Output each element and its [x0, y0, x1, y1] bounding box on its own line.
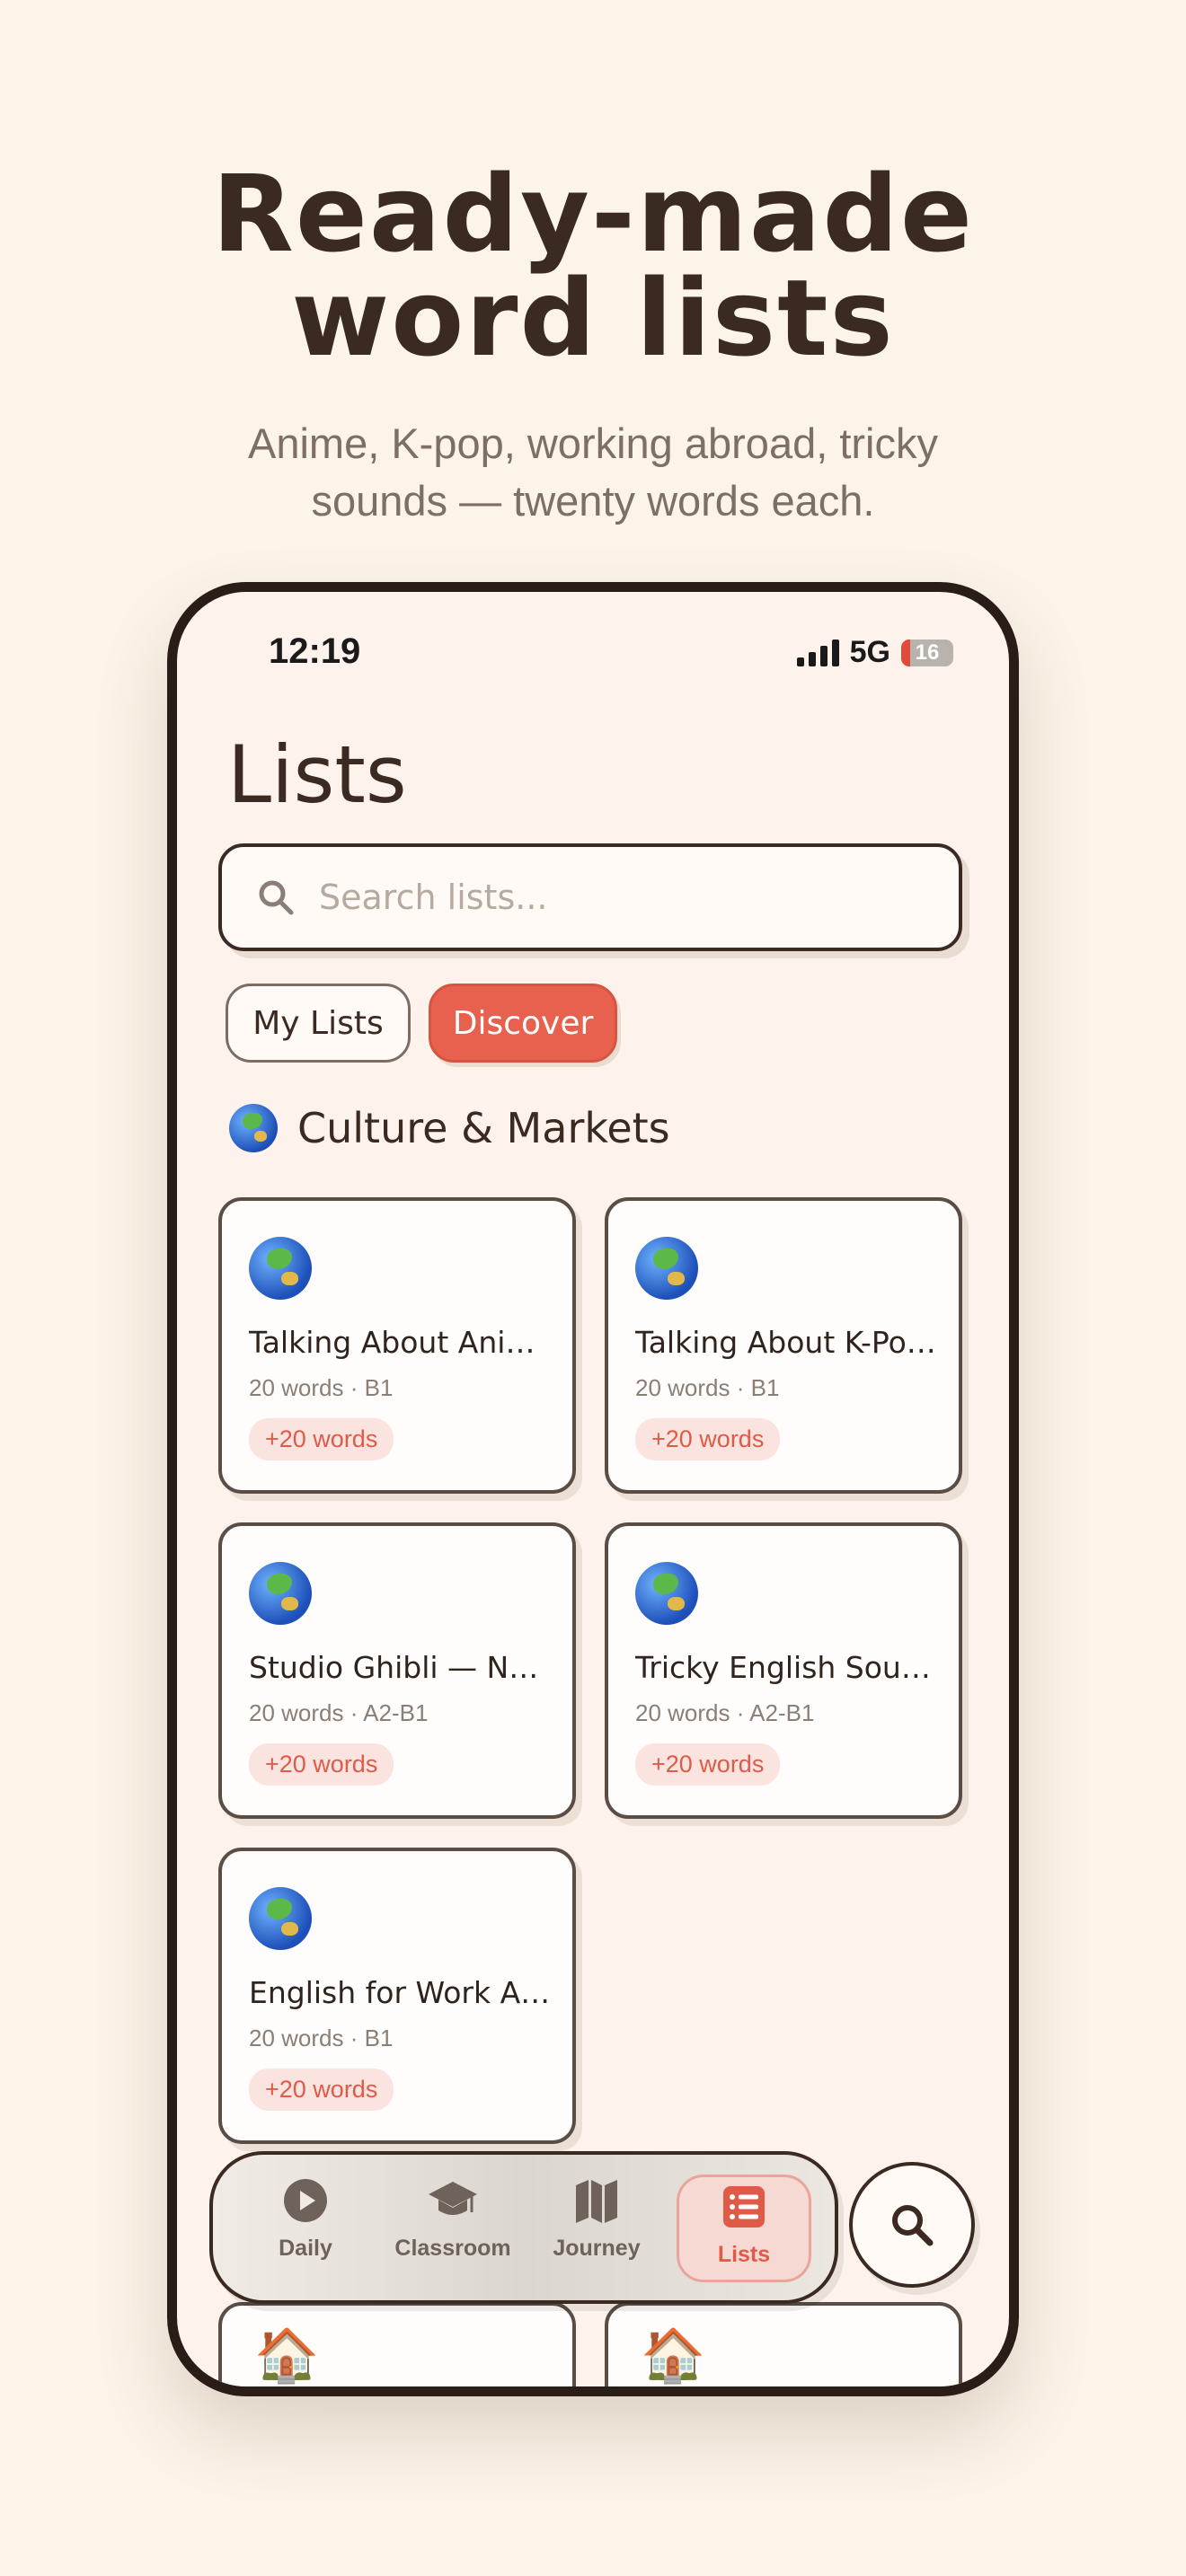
list-card[interactable]: Talking About K-Pop & K-Drama 20 words ·… — [605, 1197, 962, 1494]
tab-classroom[interactable]: Classroom — [385, 2175, 520, 2282]
card-badge: +20 words — [249, 1743, 394, 1786]
search-fab-button[interactable] — [849, 2162, 975, 2288]
search-bar[interactable] — [218, 843, 962, 951]
tab-daily[interactable]: Daily — [238, 2175, 373, 2282]
card-title: Studio Ghibli — Nature & Magic — [249, 1650, 551, 1685]
card-meta: 20 words · B1 — [635, 1374, 780, 1401]
network-label: 5G — [849, 635, 890, 669]
globe-icon — [249, 1562, 312, 1625]
globe-icon — [249, 1887, 312, 1950]
phone-frame: 12:19 5G 16 Lists My Lists Discover Cult… — [167, 582, 1019, 2396]
hero-title-line-2: word lists — [291, 256, 895, 380]
search-icon — [259, 880, 294, 915]
list-card[interactable]: Talking About Anime & Manga 20 words · B… — [218, 1197, 576, 1494]
graduation-cap-icon — [429, 2182, 477, 2215]
card-badge: +20 words — [635, 1743, 781, 1786]
card-meta: 20 words · A2-B1 — [249, 1699, 429, 1726]
hero-title: Ready-made word lists — [0, 152, 1186, 380]
globe-icon — [635, 1562, 698, 1625]
segment-discover[interactable]: Discover — [429, 984, 617, 1063]
card-meta: 20 words · B1 — [249, 1374, 394, 1401]
tab-bar: Daily Classroom Journey Lists — [209, 2151, 838, 2304]
list-card-partial[interactable]: 🏠 — [218, 2302, 576, 2386]
globe-icon — [229, 1104, 278, 1152]
globe-icon — [249, 1237, 312, 1300]
hero-title-line-1: Ready-made — [212, 152, 974, 276]
house-icon: 🏠 — [254, 2325, 320, 2386]
page-title: Lists — [227, 728, 407, 821]
hero-subtitle-line-1: Anime, K-pop, working abroad, tricky — [248, 419, 938, 467]
search-input[interactable] — [319, 878, 930, 917]
tab-label: Daily — [279, 2236, 332, 2261]
tab-lists[interactable]: Lists — [677, 2175, 811, 2282]
hero-subtitle-line-2: sounds — twenty words each. — [311, 477, 875, 525]
card-title: English for Work Abroad — [249, 1975, 551, 2010]
battery-level: 16 — [915, 640, 940, 665]
tab-label: Lists — [717, 2242, 771, 2267]
house-icon: 🏠 — [641, 2325, 706, 2386]
card-badge: +20 words — [249, 1418, 394, 1460]
card-meta: 20 words · A2-B1 — [635, 1699, 815, 1726]
play-icon — [284, 2179, 327, 2222]
segment-my-lists[interactable]: My Lists — [226, 984, 411, 1063]
list-card[interactable]: English for Work Abroad 20 words · B1 +2… — [218, 1848, 576, 2144]
card-title: Talking About Anime & Manga — [249, 1325, 551, 1360]
card-badge: +20 words — [635, 1418, 781, 1460]
tab-journey[interactable]: Journey — [529, 2175, 664, 2282]
tab-label: Journey — [553, 2236, 641, 2261]
card-title: Talking About K-Pop & K-Drama — [635, 1325, 937, 1360]
card-title: Tricky English Sounds for Speakers — [635, 1650, 937, 1685]
map-icon — [576, 2180, 617, 2223]
battery-icon: 16 — [901, 639, 953, 666]
tab-label: Classroom — [394, 2236, 511, 2261]
globe-icon — [635, 1237, 698, 1300]
hero-subtitle: Anime, K-pop, working abroad, tricky sou… — [0, 415, 1186, 530]
card-meta: 20 words · B1 — [249, 2025, 394, 2051]
section-title: Culture & Markets — [297, 1104, 670, 1152]
card-badge: +20 words — [249, 2069, 394, 2111]
list-card[interactable]: Studio Ghibli — Nature & Magic 20 words … — [218, 1522, 576, 1819]
section-header: Culture & Markets — [229, 1104, 670, 1152]
signal-icon — [796, 639, 839, 666]
status-indicators: 5G 16 — [796, 635, 953, 670]
list-card[interactable]: Tricky English Sounds for Speakers 20 wo… — [605, 1522, 962, 1819]
status-time: 12:19 — [269, 631, 361, 671]
list-card-partial[interactable]: 🏠 — [605, 2302, 962, 2386]
list-icon — [723, 2186, 765, 2228]
search-icon — [892, 2205, 934, 2246]
